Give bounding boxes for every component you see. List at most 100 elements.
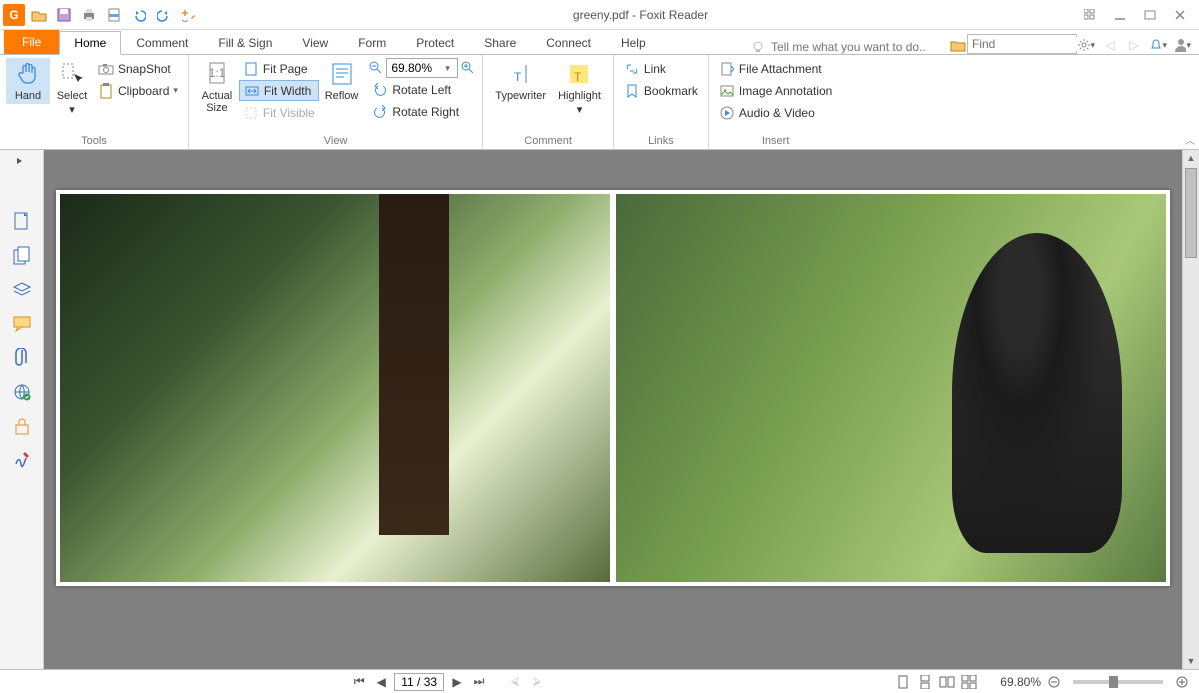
zoom-out-icon[interactable] [368,60,384,76]
tab-form[interactable]: Form [343,30,401,54]
audio-video-button[interactable]: Audio & Video [715,102,836,123]
continuous-view-icon[interactable] [916,674,934,690]
page-thumb-icon[interactable] [10,210,34,234]
next-view-icon[interactable]: ⮚ [528,674,546,690]
redo-icon[interactable] [153,4,175,26]
file-attachment-button[interactable]: File Attachment [715,58,836,79]
security-icon[interactable] [10,414,34,438]
pdf-icon[interactable] [103,4,125,26]
connected-icon[interactable] [10,380,34,404]
tool-dropdown-icon[interactable] [178,4,200,26]
signatures-icon[interactable] [10,448,34,472]
link-button[interactable]: Link [620,58,702,79]
collapse-ribbon-icon[interactable]: ︿ [1185,132,1195,147]
zoom-slider-knob[interactable] [1109,676,1118,688]
fit-visible-button[interactable]: Fit Visible [239,102,319,123]
bell-icon[interactable]: ▾ [1149,36,1167,54]
layers-icon[interactable] [10,278,34,302]
file-tab[interactable]: File [4,30,59,54]
page-number-box[interactable]: 11 / 33 [394,673,444,691]
tab-protect[interactable]: Protect [401,30,469,54]
tab-help[interactable]: Help [606,30,661,54]
user-icon[interactable]: ▾ [1173,36,1191,54]
select-tool-button[interactable]: Select ▾ [50,58,94,118]
nav-next-icon[interactable]: ▷ [1125,36,1143,54]
scroll-thumb[interactable] [1185,168,1197,258]
zoom-input[interactable] [391,61,445,75]
attachments-panel-icon[interactable] [10,346,34,370]
settings-gear-icon[interactable]: ▾ [1077,36,1095,54]
reflow-button[interactable]: Reflow [319,58,365,104]
maximize-icon[interactable] [1141,6,1159,24]
document-viewport[interactable]: ▲ ▼ [44,150,1199,669]
tab-share[interactable]: Share [469,30,531,54]
rotate-right-button[interactable]: Rotate Right [368,101,476,122]
fit-width-button[interactable]: Fit Width [239,80,319,101]
link-label: Link [644,62,666,76]
prev-page-icon[interactable]: ◀ [372,674,390,690]
single-page-view-icon[interactable] [894,674,912,690]
page-1to1-icon: 1:1 [203,60,231,88]
typewriter-icon: T [507,60,535,88]
hand-icon [14,60,42,88]
zoom-combo[interactable]: ▾ [386,58,458,78]
snapshot-button[interactable]: SnapShot [94,58,182,79]
navigation-panel [0,150,44,669]
minimize-icon[interactable] [1111,6,1129,24]
nav-prev-icon[interactable]: ◁ [1101,36,1119,54]
tab-comment[interactable]: Comment [121,30,203,54]
snapshot-label: SnapShot [118,62,171,76]
facing-view-icon[interactable] [938,674,956,690]
tab-home[interactable]: Home [59,31,121,55]
chevron-down-icon[interactable]: ▾ [445,63,450,74]
clipboard-icon [98,83,114,99]
status-bar: ⏮ ◀ 11 / 33 ▶ ⏭ ⮘ ⮚ 69.80% [0,669,1199,693]
open-icon[interactable] [28,4,50,26]
reflow-label: Reflow [325,90,359,102]
bulb-icon [751,40,765,54]
tab-fill-sign[interactable]: Fill & Sign [203,30,287,54]
undo-icon[interactable] [128,4,150,26]
next-page-icon[interactable]: ▶ [448,674,466,690]
tab-view[interactable]: View [287,30,343,54]
clipboard-button[interactable]: Clipboard ▾ [94,80,182,101]
close-icon[interactable] [1171,6,1189,24]
zoom-out-status-icon[interactable] [1045,674,1063,690]
chevron-down-icon: ▾ [173,85,178,96]
scroll-up-icon[interactable]: ▲ [1183,150,1199,166]
zoom-slider[interactable] [1073,680,1163,684]
last-page-icon[interactable]: ⏭ [470,674,488,690]
vertical-scrollbar[interactable]: ▲ ▼ [1182,150,1199,669]
fit-width-icon [244,83,260,99]
tell-me-search[interactable] [751,40,949,54]
actual-size-button[interactable]: 1:1 Actual Size [195,58,239,116]
save-icon[interactable] [53,4,75,26]
comments-panel-icon[interactable] [10,312,34,336]
pages-icon[interactable] [10,244,34,268]
ribbon-display-icon[interactable] [1081,6,1099,24]
zoom-in-icon[interactable] [460,60,476,76]
scroll-down-icon[interactable]: ▼ [1183,653,1199,669]
prev-view-icon[interactable]: ⮘ [506,674,524,690]
panel-toggle-icon[interactable] [15,156,29,170]
print-icon[interactable] [78,4,100,26]
hand-tool-button[interactable]: Hand [6,58,50,104]
typewriter-button[interactable]: T Typewriter [489,58,552,104]
image-annotation-button[interactable]: Image Annotation [715,80,836,101]
rotate-left-button[interactable]: Rotate Left [368,79,476,100]
tab-connect[interactable]: Connect [531,30,606,54]
highlight-button[interactable]: T Highlight ▾ [552,58,607,118]
app-icon[interactable]: G [3,4,25,26]
rotate-left-icon [372,82,388,98]
continuous-facing-view-icon[interactable] [960,674,978,690]
first-page-icon[interactable]: ⏮ [350,674,368,690]
find-box[interactable] [967,34,1077,54]
tell-me-input[interactable] [771,40,941,54]
zoom-in-status-icon[interactable] [1173,674,1191,690]
fit-page-button[interactable]: Fit Page [239,58,319,79]
folder-search-icon[interactable] [949,36,967,54]
hand-label: Hand [15,90,41,102]
highlight-icon: T [565,60,593,88]
bookmark-button[interactable]: Bookmark [620,80,702,101]
fit-visible-icon [243,105,259,121]
